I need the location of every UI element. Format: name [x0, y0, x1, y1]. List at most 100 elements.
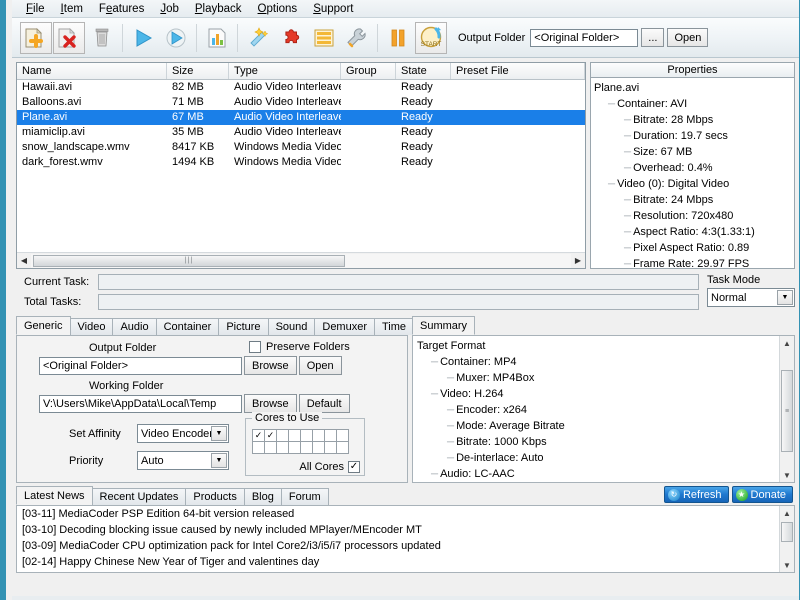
refresh-button[interactable]: ↻ Refresh [664, 486, 729, 503]
scroll-thumb[interactable]: ≡ [781, 370, 793, 452]
scroll-left-arrow-icon[interactable]: ◀ [17, 254, 31, 268]
tab-latest-news[interactable]: Latest News [16, 486, 93, 505]
list-item[interactable]: [03-11] MediaCoder PSP Edition 64-bit ve… [17, 506, 794, 522]
properties-tree[interactable]: Plane.avi ─Container: AVI ─Bitrate: 28 M… [590, 78, 795, 269]
toolbar-browse-button[interactable]: ... [641, 28, 664, 47]
working-folder-input[interactable] [39, 395, 242, 413]
chevron-down-icon[interactable]: ▼ [211, 426, 227, 441]
tree-node[interactable]: ─Container: MP4 [417, 354, 794, 370]
file-list-horizontal-scrollbar[interactable]: ◀ ||| ▶ [17, 252, 585, 268]
list-item[interactable]: [03-09] MediaCoder CPU optimization pack… [17, 538, 794, 554]
tab-summary[interactable]: Summary [412, 316, 475, 335]
clear-list-icon[interactable] [86, 22, 118, 54]
column-header-size[interactable]: Size [167, 63, 229, 79]
tree-node[interactable]: ─Encoder: x264 [417, 402, 794, 418]
tree-node[interactable]: ─Size: 67 MB [594, 144, 794, 160]
tree-node[interactable]: ─Aspect Ratio: 4:3(1.33:1) [594, 224, 794, 240]
chevron-down-icon[interactable]: ▼ [211, 453, 227, 468]
task-mode-select[interactable]: Normal ▼ [707, 288, 795, 307]
column-header-type[interactable]: Type [229, 63, 341, 79]
add-file-icon[interactable] [20, 22, 52, 54]
table-row[interactable]: snow_landscape.wmv 8417 KB Windows Media… [17, 140, 585, 155]
magic-wand-icon[interactable] [242, 22, 274, 54]
all-cores-checkbox[interactable]: ✓ [348, 461, 360, 473]
wrench-settings-icon[interactable] [341, 22, 373, 54]
tree-node[interactable]: ─Muxer: MP4Box [417, 370, 794, 386]
generic-output-folder-input[interactable] [39, 357, 242, 375]
preserve-folders-row[interactable]: Preserve Folders [249, 341, 350, 353]
menu-item[interactable]: Item [53, 1, 91, 17]
table-row[interactable]: dark_forest.wmv 1494 KB Windows Media Vi… [17, 155, 585, 170]
set-affinity-select[interactable]: Video Encoder ▼ [137, 424, 229, 443]
tree-node[interactable]: ─Duration: 19.7 secs [594, 128, 794, 144]
menu-file[interactable]: File [18, 1, 53, 17]
remove-file-icon[interactable] [53, 22, 85, 54]
tree-node[interactable]: ─Bitrate: 24 Mbps [594, 192, 794, 208]
priority-select[interactable]: Auto ▼ [137, 451, 229, 470]
tree-node[interactable]: ─Frame Rate: 29.97 FPS [594, 256, 794, 269]
scroll-down-arrow-icon[interactable]: ▼ [780, 558, 794, 572]
scroll-down-arrow-icon[interactable]: ▼ [780, 468, 794, 482]
tree-node[interactable]: ─Pixel Aspect Ratio: 0.89 [594, 240, 794, 256]
core-checkbox[interactable] [336, 441, 349, 454]
menu-job[interactable]: Job [152, 1, 187, 17]
working-folder-browse-button[interactable]: Browse [244, 394, 297, 413]
tree-node[interactable]: ─Audio: LC-AAC [417, 466, 794, 482]
menu-playback[interactable]: Playback [187, 1, 250, 17]
tree-node[interactable]: ─De-interlace: Auto [417, 450, 794, 466]
tab-audio[interactable]: Audio [112, 318, 156, 335]
output-folder-browse-button[interactable]: Browse [244, 356, 297, 375]
pause-icon[interactable] [382, 22, 414, 54]
output-folder-open-button[interactable]: Open [299, 356, 342, 375]
tree-node[interactable]: Plane.avi [594, 80, 794, 96]
preset-list-icon[interactable] [308, 22, 340, 54]
working-folder-default-button[interactable]: Default [299, 394, 350, 413]
donate-button[interactable]: ★ Donate [732, 486, 793, 503]
column-header-name[interactable]: Name [17, 63, 167, 79]
tab-container[interactable]: Container [156, 318, 220, 335]
summary-tree[interactable]: Target Format ─Container: MP4 ─Muxer: MP… [413, 336, 794, 482]
scroll-right-arrow-icon[interactable]: ▶ [571, 254, 585, 268]
tab-time[interactable]: Time [374, 318, 414, 335]
list-item[interactable]: [03-10] Decoding blocking issue caused b… [17, 522, 794, 538]
toolbar-open-button[interactable]: Open [667, 28, 708, 47]
tab-recent-updates[interactable]: Recent Updates [92, 488, 187, 505]
menu-options[interactable]: Options [250, 1, 306, 17]
statistics-icon[interactable] [201, 22, 233, 54]
tab-demuxer[interactable]: Demuxer [314, 318, 375, 335]
table-row[interactable]: Hawaii.avi 82 MB Audio Video Interleave … [17, 80, 585, 95]
tab-sound[interactable]: Sound [268, 318, 316, 335]
start-encode-icon[interactable] [127, 22, 159, 54]
file-list[interactable]: Name Size Type Group State Preset File H… [16, 62, 586, 269]
tree-node[interactable]: ─Video (0): Digital Video [594, 176, 794, 192]
preserve-folders-checkbox[interactable] [249, 341, 261, 353]
scroll-thumb[interactable] [781, 522, 793, 542]
scroll-thumb[interactable]: ||| [33, 255, 345, 267]
tab-products[interactable]: Products [185, 488, 244, 505]
scroll-up-arrow-icon[interactable]: ▲ [780, 506, 794, 520]
tree-node[interactable]: ─Container: AVI [594, 96, 794, 112]
tab-blog[interactable]: Blog [244, 488, 282, 505]
resume-encode-icon[interactable] [160, 22, 192, 54]
table-row[interactable]: Balloons.avi 71 MB Audio Video Interleav… [17, 95, 585, 110]
tree-node[interactable]: ─Bitrate: 28 Mbps [594, 112, 794, 128]
summary-vertical-scrollbar[interactable]: ▲ ≡ ▼ [779, 336, 794, 482]
tree-node[interactable]: ─Bitrate: 1000 Kbps [417, 434, 794, 450]
table-row[interactable]: miamiclip.avi 35 MB Audio Video Interlea… [17, 125, 585, 140]
column-header-preset-file[interactable]: Preset File [451, 63, 585, 79]
tree-node[interactable]: ─Resolution: 720x480 [594, 208, 794, 224]
column-header-group[interactable]: Group [341, 63, 396, 79]
all-cores-row[interactable]: All Cores ✓ [299, 461, 360, 473]
menu-support[interactable]: Support [305, 1, 361, 17]
tree-node[interactable]: ─Mode: Average Bitrate [417, 418, 794, 434]
start-button-icon[interactable]: START [415, 22, 447, 54]
tree-node[interactable]: ─Video: H.264 [417, 386, 794, 402]
list-item[interactable]: [02-14] Happy Chinese New Year of Tiger … [17, 554, 794, 570]
tab-generic[interactable]: Generic [16, 316, 71, 335]
toolbar-output-folder-input[interactable] [530, 29, 638, 47]
tree-node[interactable]: Target Format [417, 338, 794, 354]
chevron-down-icon[interactable]: ▼ [777, 290, 793, 305]
menu-features[interactable]: Features [91, 1, 152, 17]
tab-forum[interactable]: Forum [281, 488, 329, 505]
puzzle-piece-icon[interactable] [275, 22, 307, 54]
